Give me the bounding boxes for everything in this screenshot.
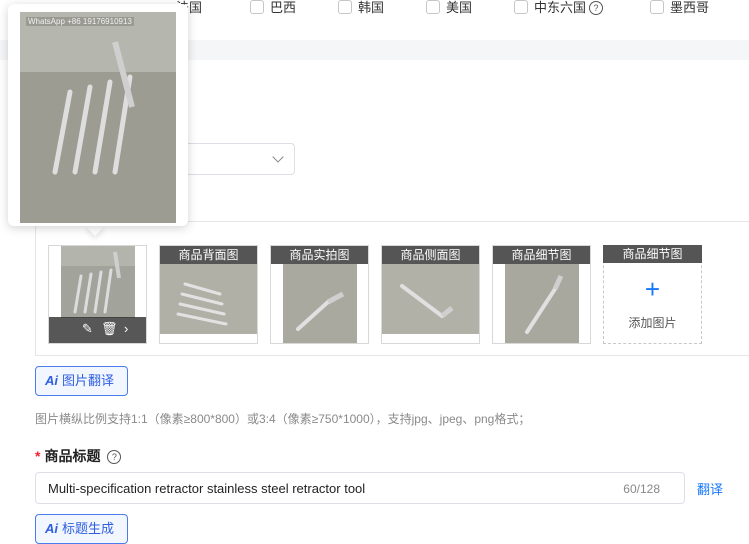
image-translate-button[interactable]: Ai 图片翻译 [35, 366, 128, 396]
chevron-right-icon[interactable]: › [124, 321, 128, 337]
add-image-header: 商品细节图 [603, 245, 702, 263]
thumb-photo [160, 264, 257, 334]
product-title-text: 商品标题 [44, 448, 101, 464]
preview-image: WhatsApp +86 19176910913 [20, 12, 176, 223]
product-title-label: * 商品标题 ? [35, 446, 122, 466]
image-requirement-hint: 图片横纵比例支持1:1（像素≥800*800）或3:4（像素≥750*1000）… [35, 412, 531, 426]
ai-icon: Ai [45, 373, 58, 388]
thumb-label: 商品侧面图 [382, 246, 479, 264]
image-thumb-real[interactable]: 商品实拍图 [270, 245, 369, 344]
image-actions-bar: ✎ 🗑 › [49, 317, 146, 343]
title-generate-button[interactable]: Ai 标题生成 [35, 514, 128, 544]
retractor-image [20, 12, 176, 223]
product-title-value: Multi-specification retractor stainless … [48, 481, 366, 496]
image-translate-label: 图片翻译 [62, 373, 115, 388]
checkbox-mexico[interactable] [650, 0, 664, 14]
country-label-usa: 美国 [446, 0, 473, 15]
plus-icon: + [644, 274, 661, 304]
required-mark: * [35, 448, 41, 464]
thumb-label: 商品实拍图 [271, 246, 368, 264]
middle-east-text: 中东六国 [534, 0, 587, 15]
image-thumb-detail[interactable]: 商品细节图 [492, 245, 591, 344]
retractor-image [61, 246, 135, 318]
country-label-middle-east: 中东六国? [534, 0, 604, 16]
retractor-image [505, 264, 579, 343]
checkbox-brazil[interactable] [250, 0, 264, 14]
country-label-brazil: 巴西 [270, 0, 297, 15]
main-image-thumb[interactable]: ✎ 🗑 › [48, 245, 147, 344]
retractor-image [283, 264, 357, 343]
help-icon[interactable]: ? [107, 450, 122, 464]
translate-link[interactable]: 翻译 [697, 479, 723, 498]
char-count: 60/128 [623, 482, 660, 496]
thumb-photo [283, 264, 357, 343]
country-label-mexico: 墨西哥 [670, 0, 710, 15]
main-image-photo [61, 246, 135, 318]
thumb-label: 商品细节图 [493, 246, 590, 264]
retractor-image [382, 264, 479, 334]
trash-icon[interactable]: 🗑 [101, 321, 118, 337]
image-thumb-back[interactable]: 商品背面图 [159, 245, 258, 344]
country-label-korea: 韩国 [358, 0, 385, 15]
checkbox-middle-east[interactable] [514, 0, 528, 14]
add-image-label: 添加图片 [628, 316, 677, 330]
chevron-down-icon [272, 151, 284, 163]
checkbox-korea[interactable] [338, 0, 352, 14]
thumb-photo [505, 264, 579, 343]
add-image-button[interactable]: 商品细节图 + 添加图片 [603, 245, 702, 344]
edit-icon[interactable]: ✎ [82, 321, 93, 337]
checkbox-usa[interactable] [426, 0, 440, 14]
thumb-label: 商品背面图 [160, 246, 257, 264]
image-preview-popover: WhatsApp +86 19176910913 [8, 4, 188, 226]
thumb-photo [382, 264, 479, 334]
title-generate-label: 标题生成 [62, 521, 115, 536]
watermark-text: WhatsApp +86 19176910913 [26, 17, 134, 26]
image-thumb-side[interactable]: 商品侧面图 [381, 245, 480, 344]
ai-icon: Ai [45, 521, 58, 536]
product-title-input[interactable]: Multi-specification retractor stainless … [35, 472, 685, 504]
help-icon[interactable]: ? [589, 1, 604, 15]
retractor-image [160, 264, 257, 334]
